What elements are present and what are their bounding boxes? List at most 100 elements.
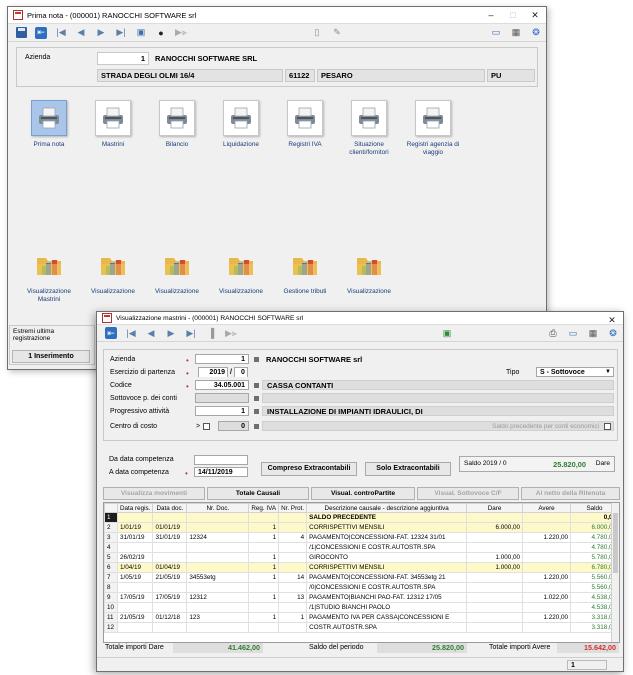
column-header[interactable]: Data regis. (116, 503, 154, 513)
skip-icon[interactable]: ▶⫸ (221, 325, 241, 341)
lookup-icon[interactable] (254, 383, 259, 388)
folder-icon[interactable] (287, 247, 323, 283)
column-header[interactable]: Descrizione causale - descrizione aggiun… (306, 503, 468, 513)
table-row[interactable]: 3 31/01/19 31/01/19 12324 1 4 PAGAMENTO|CONCES… (104, 532, 619, 543)
table-row[interactable]: 1 SALDO PRECEDENTE 0,00 (104, 512, 619, 523)
lookup-icon[interactable] (254, 357, 259, 362)
table-row[interactable]: 5 26/02/19 1 GIROCONTO 1.000,00 5.780,00 (104, 552, 619, 563)
report-tile[interactable]: Situazione clienti/fornitori (338, 100, 400, 157)
centro-checkbox[interactable] (203, 423, 210, 430)
progressivo-input[interactable]: 1 (195, 406, 249, 416)
column-header[interactable]: Nr. Prot. (278, 503, 308, 513)
view-tile[interactable]: Visualizzazione (338, 247, 400, 296)
folder-icon[interactable] (223, 247, 259, 283)
last-record-icon[interactable]: ▶| (111, 25, 131, 41)
column-header[interactable] (104, 503, 118, 513)
document-icon[interactable]: ▯ (307, 25, 327, 41)
next-record-icon[interactable]: ▶ (91, 25, 111, 41)
table-row[interactable]: 7 1/05/19 21/05/19 34553etg 1 14 PAGAMENTO|CON… (104, 572, 619, 583)
report-tile[interactable]: Registri agenzia di viaggio (402, 100, 464, 157)
save-icon[interactable] (16, 27, 27, 38)
printer-icon[interactable] (31, 100, 67, 136)
centro-input[interactable]: 0 (218, 421, 249, 431)
table-row[interactable]: 11 21/05/19 01/12/18 123 1 1 PAGAMENTO IVA PER… (104, 612, 619, 623)
monitor-icon[interactable]: ▭ (563, 325, 583, 341)
next-record-icon[interactable]: ▶ (161, 325, 181, 341)
folder-icon[interactable] (31, 247, 67, 283)
azienda-code-input[interactable]: 1 (195, 354, 249, 364)
lookup-icon[interactable] (254, 424, 259, 429)
column-header[interactable]: Dare (466, 503, 524, 513)
help-circle-icon[interactable]: ● (151, 25, 171, 41)
esercizio-year-input[interactable]: 2019 (198, 367, 228, 377)
delete-icon[interactable]: ▐ (201, 325, 221, 341)
print-icon[interactable]: ⎙ (543, 325, 563, 341)
maximize-icon[interactable]: □ (502, 7, 524, 23)
report-tile[interactable]: Registri IVA (274, 100, 336, 149)
view-tile[interactable]: Visualizzazione (210, 247, 272, 296)
printer-icon[interactable] (95, 100, 131, 136)
compreso-extracontabili-button[interactable]: Compreso Extracontabili (261, 462, 357, 476)
column-header[interactable]: Nr. Doc. (186, 503, 250, 513)
esercizio-num-input[interactable]: 0 (233, 367, 248, 377)
report-tile[interactable]: Mastrini (82, 100, 144, 149)
table-row[interactable]: 10/1|STUDIO BIANCHI PAOLO 4.538,00 (104, 602, 619, 613)
printer-icon[interactable] (223, 100, 259, 136)
table-row[interactable]: 9 17/05/19 17/05/19 12312 1 13 PAGAMENTO|BIANC… (104, 592, 619, 603)
close-icon[interactable]: ✕ (601, 312, 623, 325)
printer-icon[interactable] (287, 100, 323, 136)
help-icon[interactable]: ❂ (603, 325, 623, 341)
monitor-icon[interactable]: ▭ (486, 25, 506, 41)
column-header[interactable]: Data doc. (152, 503, 188, 513)
excel-icon[interactable]: ▣ (437, 325, 457, 341)
visual-sottovoce-button[interactable]: Visual. Sottovoce C/F (417, 487, 519, 500)
back-icon[interactable]: ⇤ (105, 327, 117, 339)
a-data-input[interactable]: 14/11/2019 (194, 467, 248, 477)
scroll-thumb[interactable] (613, 513, 618, 573)
da-data-input[interactable] (194, 455, 248, 465)
prev-record-icon[interactable]: ◀ (71, 25, 91, 41)
skip-icon[interactable]: ▶⫸ (171, 25, 191, 41)
saldo-prec-checkbox[interactable] (604, 423, 611, 430)
back-icon[interactable]: ⇤ (35, 26, 47, 39)
tools-icon[interactable]: ✎ (327, 25, 347, 41)
view-tile[interactable]: Visualizzazione Mastrini (18, 247, 80, 304)
minimize-icon[interactable]: – (480, 7, 502, 23)
report-tile[interactable]: Liquidazione (210, 100, 272, 149)
al-netto-ritenuta-button[interactable]: Al netto della Ritenuta (521, 487, 620, 500)
lookup-icon[interactable] (254, 409, 259, 414)
calculator-icon[interactable]: ▦ (506, 25, 526, 41)
column-header[interactable]: Avere (522, 503, 571, 513)
printer-icon[interactable] (415, 100, 451, 136)
tipo-select[interactable]: S - Sottovoce ▼ (536, 367, 614, 377)
insert-button[interactable]: 1 Inserimento (12, 350, 90, 363)
column-header[interactable]: Reg. IVA (248, 503, 280, 513)
calendar-icon[interactable]: ▣ (131, 25, 151, 41)
folder-icon[interactable] (159, 247, 195, 283)
view-tile[interactable]: Visualizzazione (82, 247, 144, 296)
vertical-scrollbar[interactable] (611, 503, 619, 642)
close-icon[interactable]: ✕ (524, 7, 546, 23)
totale-causali-button[interactable]: Totale Causali (207, 487, 309, 500)
printer-icon[interactable] (159, 100, 195, 136)
solo-extracontabili-button[interactable]: Solo Extracontabili (365, 462, 451, 476)
lookup-icon[interactable] (254, 396, 259, 401)
sottovoce-input[interactable] (195, 393, 249, 403)
azienda-code-field[interactable]: 1 (97, 52, 149, 65)
view-tile[interactable]: Gestione tributi (274, 247, 336, 296)
report-tile[interactable]: Prima nota (18, 100, 80, 149)
help-icon[interactable]: ❂ (526, 25, 546, 41)
folder-icon[interactable] (351, 247, 387, 283)
prev-record-icon[interactable]: ◀ (141, 325, 161, 341)
printer-icon[interactable] (351, 100, 387, 136)
codice-input[interactable]: 34.05.001 (195, 380, 249, 390)
first-record-icon[interactable]: |◀ (51, 25, 71, 41)
last-record-icon[interactable]: ▶| (181, 325, 201, 341)
table-row[interactable]: 8/0|CONCESSIONI E COSTR.AUTOSTR.SPA 5.560… (104, 582, 619, 593)
view-tile[interactable]: Visualizzazione (146, 247, 208, 296)
table-row[interactable]: 12 COSTR.AUTOSTR.SPA 3.318,00 (104, 622, 619, 633)
folder-icon[interactable] (95, 247, 131, 283)
table-row[interactable]: 6 1/04/19 01/04/19 1 CORRISPETTIVI MENSILI 1.… (104, 562, 619, 573)
visualizza-movimenti-button[interactable]: Visualizza movimenti (103, 487, 205, 500)
visual-contropartite-button[interactable]: Visual. controPartite (311, 487, 415, 500)
